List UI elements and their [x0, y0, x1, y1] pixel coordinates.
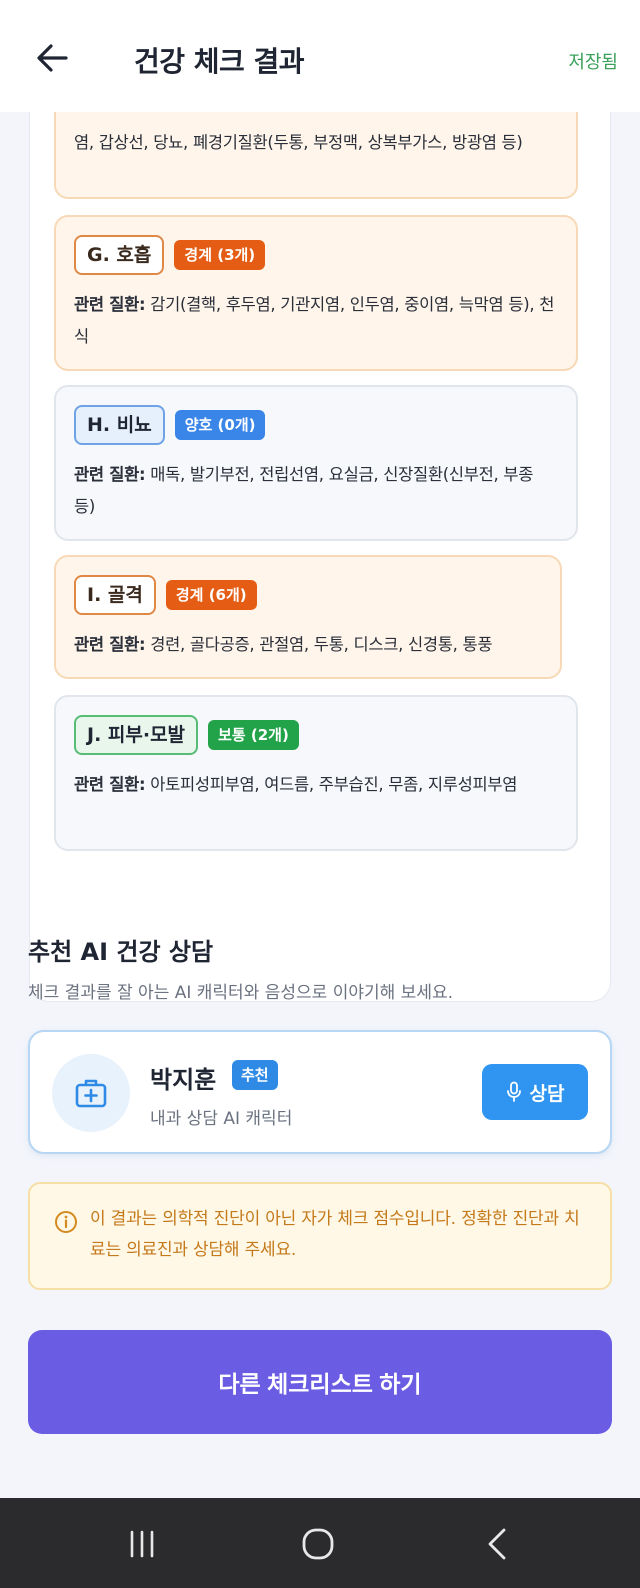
- character-description: 내과 상담 AI 캐릭터: [150, 1109, 293, 1129]
- disease-list: 관련 질환: 감기(결핵, 후두염, 기관지염, 인두염, 중이염, 늑막염 등…: [74, 295, 555, 346]
- group-card-skeletal: I. 골격 경계 (6개) 관련 질환: 경련, 골다공증, 관절염, 두통, …: [54, 555, 562, 679]
- status-badge: 보통 (2개): [208, 720, 299, 750]
- recent-apps-button[interactable]: [122, 1524, 162, 1564]
- section-title: 추천 AI 건강 상담: [28, 938, 214, 966]
- disclaimer-notice: 이 결과는 의학적 진단이 아닌 자가 체크 점수입니다. 정확한 진단과 치료…: [28, 1182, 612, 1290]
- back-arrow-icon: [37, 44, 68, 72]
- category-tag: H. 비뇨: [74, 405, 165, 445]
- recent-apps-icon: [130, 1530, 154, 1558]
- character-card[interactable]: 박지훈 추천 내과 상담 AI 캐릭터 상담: [28, 1030, 612, 1154]
- disclaimer-text: 이 결과는 의학적 진단이 아닌 자가 체크 점수입니다. 정확한 진단과 치료…: [90, 1209, 580, 1260]
- back-button[interactable]: [34, 40, 70, 76]
- back-nav-button[interactable]: [478, 1524, 518, 1564]
- consult-button-label: 상담: [529, 1083, 565, 1105]
- disease-list: 염, 갑상선, 당뇨, 폐경기질환(두통, 부정맥, 상복부가스, 방광염 등): [74, 133, 523, 152]
- avatar: [52, 1054, 130, 1132]
- home-icon: [302, 1528, 334, 1560]
- results-card: 염, 갑상선, 당뇨, 폐경기질환(두통, 부정맥, 상복부가스, 방광염 등)…: [29, 112, 611, 1002]
- section-subtitle: 체크 결과를 잘 아는 AI 캐릭터와 음성으로 이야기해 보세요.: [28, 983, 453, 1003]
- scroll-content[interactable]: 염, 갑상선, 당뇨, 폐경기질환(두통, 부정맥, 상복부가스, 방광염 등)…: [0, 112, 640, 1498]
- character-name: 박지훈: [150, 1066, 217, 1094]
- category-tag: I. 골격: [74, 575, 156, 615]
- category-tag: G. 호흡: [74, 235, 165, 275]
- group-card-skin-hair: J. 피부·모발 보통 (2개) 관련 질환: 아토피성피부염, 여드름, 주부…: [54, 695, 578, 851]
- back-chevron-icon: [488, 1528, 506, 1560]
- disease-list: 관련 질환: 경련, 골다공증, 관절염, 두통, 디스크, 신경통, 통풍: [74, 635, 493, 654]
- info-icon: [55, 1211, 77, 1233]
- status-badge: 경계 (3개): [174, 240, 266, 270]
- disease-list: 관련 질환: 아토피성피부염, 여드름, 주부습진, 무좀, 지루성피부염: [74, 775, 518, 794]
- microphone-icon: [506, 1081, 521, 1102]
- disease-list: 관련 질환: 매독, 발기부전, 전립선염, 요실금, 신장질환(신부전, 부종…: [74, 465, 534, 516]
- status-badge: 경계 (6개): [165, 580, 257, 610]
- medical-kit-icon: [75, 1079, 107, 1108]
- home-button[interactable]: [298, 1524, 338, 1564]
- group-card-respiratory: G. 호흡 경계 (3개) 관련 질환: 감기(결핵, 후두염, 기관지염, 인…: [54, 215, 578, 371]
- group-card-partial: 염, 갑상선, 당뇨, 폐경기질환(두통, 부정맥, 상복부가스, 방광염 등): [54, 112, 578, 199]
- category-tag: J. 피부·모발: [74, 715, 199, 755]
- app-header: 건강 체크 결과 저장됨: [0, 0, 640, 112]
- status-badge: 양호 (0개): [174, 410, 266, 440]
- recommended-badge: 추천: [232, 1060, 278, 1090]
- other-checklist-button[interactable]: 다른 체크리스트 하기: [28, 1330, 612, 1434]
- saved-status: 저장됨: [568, 52, 618, 73]
- system-navigation-bar: [0, 1498, 640, 1588]
- group-card-urinary: H. 비뇨 양호 (0개) 관련 질환: 매독, 발기부전, 전립선염, 요실금…: [54, 385, 578, 541]
- page-title: 건강 체크 결과: [134, 45, 305, 78]
- consult-button[interactable]: 상담: [482, 1064, 588, 1120]
